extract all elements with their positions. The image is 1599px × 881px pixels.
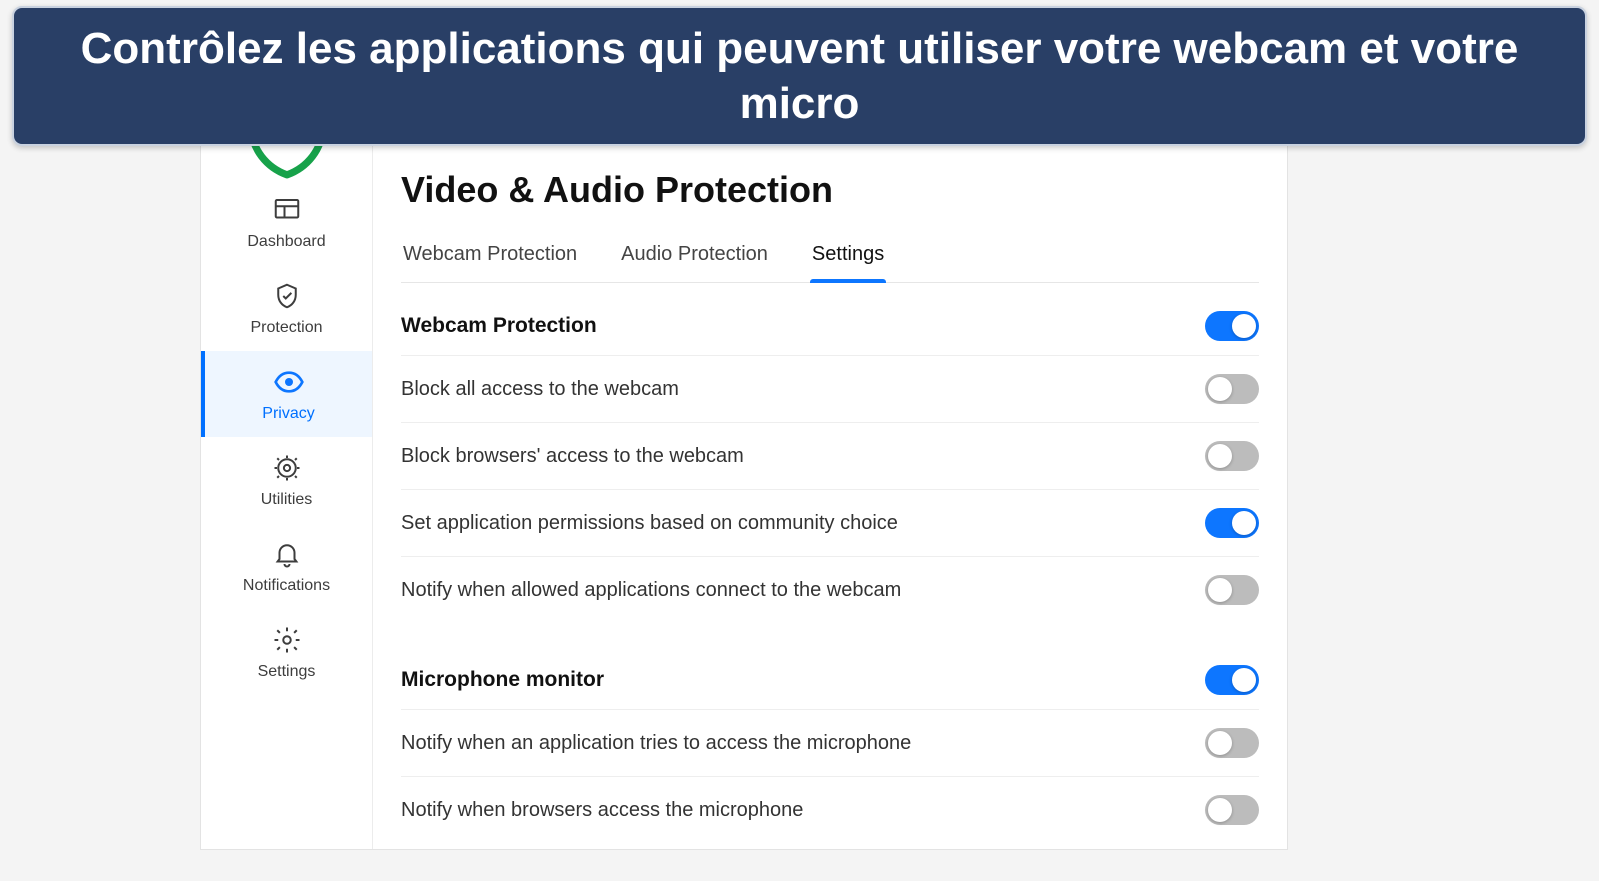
section-webcam-protection: Webcam Protection	[401, 291, 1259, 355]
setting-label: Block all access to the webcam	[401, 378, 679, 401]
dashboard-icon	[270, 193, 304, 227]
sidebar-item-label: Dashboard	[247, 233, 325, 251]
sidebar-item-protection[interactable]: Protection	[201, 265, 372, 351]
sidebar-item-notifications[interactable]: Notifications	[201, 523, 372, 609]
toggle-microphone-monitor[interactable]	[1205, 665, 1259, 695]
sidebar-item-label: Settings	[258, 663, 316, 681]
section-heading: Microphone monitor	[401, 668, 604, 692]
toggle-notify-browser-mic[interactable]	[1205, 795, 1259, 825]
sidebar-item-label: Utilities	[261, 491, 313, 509]
page-title: Video & Audio Protection	[401, 169, 1259, 211]
bell-icon	[270, 537, 304, 571]
tab-audio-protection[interactable]: Audio Protection	[619, 233, 770, 282]
setting-row: Notify when allowed applications connect…	[401, 556, 1259, 623]
tab-label: Settings	[812, 243, 884, 265]
tab-label: Audio Protection	[621, 243, 768, 265]
toggle-webcam-protection[interactable]	[1205, 311, 1259, 341]
sidebar-item-label: Protection	[250, 319, 322, 337]
sidebar-item-settings[interactable]: Settings	[201, 609, 372, 695]
section-microphone-monitor: Microphone monitor	[401, 645, 1259, 709]
setting-label: Notify when allowed applications connect…	[401, 579, 901, 602]
info-banner: Contrôlez les applications qui peuvent u…	[12, 6, 1587, 146]
section-heading: Webcam Protection	[401, 314, 597, 338]
setting-label: Set application permissions based on com…	[401, 512, 898, 535]
app-window: Dashboard Protection Privacy	[200, 58, 1288, 850]
tab-label: Webcam Protection	[403, 243, 577, 265]
main-content: Video & Audio Protection Webcam Protecti…	[373, 59, 1287, 849]
protection-shield-icon	[270, 279, 304, 313]
tab-settings[interactable]: Settings	[810, 233, 886, 282]
toggle-notify-webcam-connect[interactable]	[1205, 575, 1259, 605]
setting-row: Block browsers' access to the webcam	[401, 422, 1259, 489]
setting-row: Set application permissions based on com…	[401, 489, 1259, 556]
sidebar-item-dashboard[interactable]: Dashboard	[201, 179, 372, 265]
sidebar-item-privacy[interactable]: Privacy	[201, 351, 372, 437]
sidebar-item-label: Notifications	[243, 577, 330, 595]
setting-row: Notify when browsers access the micropho…	[401, 776, 1259, 843]
toggle-notify-app-mic[interactable]	[1205, 728, 1259, 758]
eye-icon	[272, 365, 306, 399]
tab-webcam-protection[interactable]: Webcam Protection	[401, 233, 579, 282]
setting-label: Notify when browsers access the micropho…	[401, 799, 803, 822]
setting-row: Block all access to the webcam	[401, 355, 1259, 422]
utilities-icon	[270, 451, 304, 485]
setting-label: Block browsers' access to the webcam	[401, 445, 744, 468]
tabs: Webcam Protection Audio Protection Setti…	[401, 233, 1259, 283]
toggle-block-all-webcam[interactable]	[1205, 374, 1259, 404]
info-banner-text: Contrôlez les applications qui peuvent u…	[54, 21, 1545, 131]
setting-row: Notify when an application tries to acce…	[401, 709, 1259, 776]
toggle-community-permissions[interactable]	[1205, 508, 1259, 538]
toggle-block-browsers-webcam[interactable]	[1205, 441, 1259, 471]
sidebar-item-label: Privacy	[262, 405, 314, 423]
gear-icon	[270, 623, 304, 657]
sidebar-item-utilities[interactable]: Utilities	[201, 437, 372, 523]
setting-label: Notify when an application tries to acce…	[401, 732, 911, 755]
sidebar: Dashboard Protection Privacy	[201, 59, 373, 849]
